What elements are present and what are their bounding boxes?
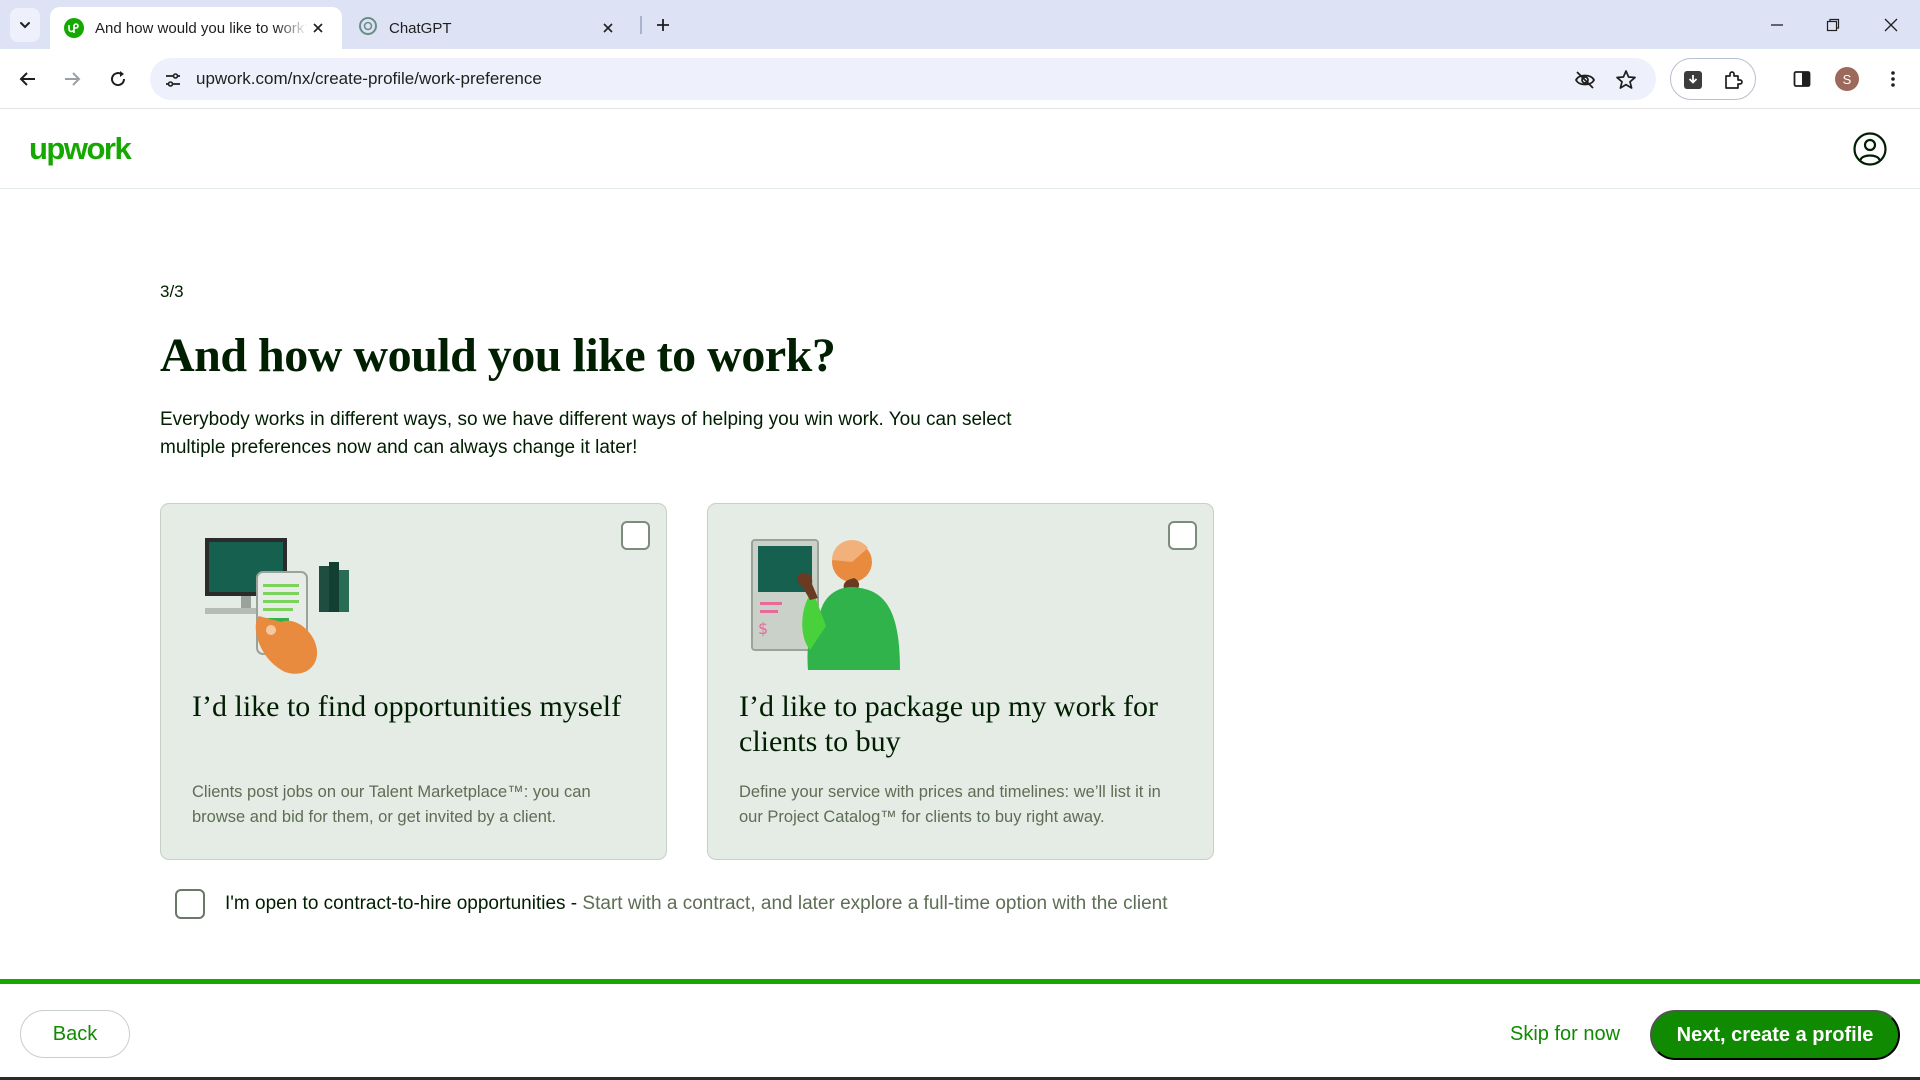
card-checkbox[interactable]	[621, 521, 650, 550]
extensions-group	[1670, 58, 1756, 100]
next-create-profile-button[interactable]: Next, create a profile	[1650, 1010, 1900, 1060]
page-subtitle: Everybody works in different ways, so we…	[160, 409, 1012, 458]
back-button[interactable]: Back	[20, 1010, 130, 1058]
page-title: And how would you like to work?	[160, 329, 836, 382]
back-nav-button[interactable]	[13, 64, 43, 94]
card-checkbox[interactable]	[1168, 521, 1197, 550]
work-preference-card-find-opportunities[interactable]: I’d like to find opportunities myself Cl…	[160, 503, 667, 860]
forward-nav-button[interactable]	[57, 64, 87, 94]
restore-icon	[1826, 18, 1840, 32]
skip-for-now-link[interactable]: Skip for now	[1510, 1010, 1620, 1058]
card-title: I’d like to find opportunities myself	[192, 690, 622, 723]
close-icon[interactable]	[308, 18, 328, 38]
star-icon[interactable]	[1615, 69, 1637, 91]
upwork-icon	[64, 18, 84, 38]
minimize-icon	[1771, 24, 1783, 26]
chevron-down-icon	[20, 22, 30, 29]
reload-icon	[111, 71, 126, 87]
eye-slash-icon[interactable]	[1574, 69, 1596, 91]
arrow-left-icon	[19, 72, 35, 86]
avatar: S	[1835, 67, 1859, 91]
tab-title: ChatGPT	[389, 19, 452, 37]
tab-upwork[interactable]: And how would you like to work?	[50, 7, 342, 49]
computer-phone-illustration-icon	[205, 538, 349, 674]
card-description: Define your service with prices and time…	[739, 783, 1161, 826]
chatgpt-icon	[358, 16, 378, 40]
minimize-button[interactable]	[1762, 10, 1792, 40]
tab-chatgpt[interactable]: ChatGPT	[344, 7, 632, 49]
card-description: Clients post jobs on our Talent Marketpl…	[192, 783, 591, 826]
arrow-right-icon	[65, 72, 81, 86]
tab-divider	[640, 16, 642, 34]
url-text: upwork.com/nx/create-profile/work-prefer…	[196, 69, 542, 88]
close-icon[interactable]	[598, 18, 618, 38]
upwork-logo[interactable]: upwork	[29, 131, 132, 167]
more-vertical-icon	[1891, 71, 1895, 87]
contract-to-hire-label: I'm open to contract-to-hire opportuniti…	[225, 893, 1168, 915]
card-title: I’d like to package up my work for clien…	[739, 690, 1159, 758]
new-tab-button[interactable]	[650, 12, 676, 38]
step-indicator: 3/3	[160, 282, 184, 301]
site-header: upwork	[0, 109, 1920, 189]
browser-menu-button[interactable]	[1878, 64, 1908, 94]
download-extension-icon[interactable]	[1681, 68, 1705, 92]
close-window-button[interactable]	[1876, 10, 1906, 40]
puzzle-icon[interactable]	[1721, 68, 1745, 92]
browser-tab-bar: And how would you like to work? ChatGPT	[0, 0, 1920, 49]
side-panel-button[interactable]	[1787, 64, 1817, 94]
work-preference-card-package-work[interactable]: $ I’d like to package up my work for cli…	[707, 503, 1214, 860]
site-info-icon[interactable]	[162, 69, 184, 91]
profile-button[interactable]: S	[1832, 64, 1862, 94]
tab-title: And how would you like to work?	[95, 19, 308, 37]
tab-search-button[interactable]	[10, 8, 40, 42]
reload-button[interactable]	[103, 64, 133, 94]
contract-to-hire-title: I'm open to contract-to-hire opportuniti…	[225, 893, 583, 914]
person-catalog-illustration-icon: $	[751, 539, 900, 670]
contract-to-hire-checkbox[interactable]	[175, 889, 205, 919]
restore-button[interactable]	[1818, 10, 1848, 40]
close-icon	[1884, 18, 1898, 32]
browser-toolbar: upwork.com/nx/create-profile/work-prefer…	[0, 49, 1920, 109]
progress-bar	[0, 979, 1920, 984]
plus-icon	[657, 19, 669, 31]
user-account-icon[interactable]	[1852, 131, 1888, 167]
contract-to-hire-option[interactable]: I'm open to contract-to-hire opportuniti…	[175, 889, 1168, 919]
side-panel-icon	[1793, 71, 1811, 87]
svg-text:$: $	[758, 619, 768, 638]
contract-to-hire-description: Start with a contract, and later explore…	[582, 893, 1168, 914]
address-bar[interactable]: upwork.com/nx/create-profile/work-prefer…	[150, 58, 1656, 100]
